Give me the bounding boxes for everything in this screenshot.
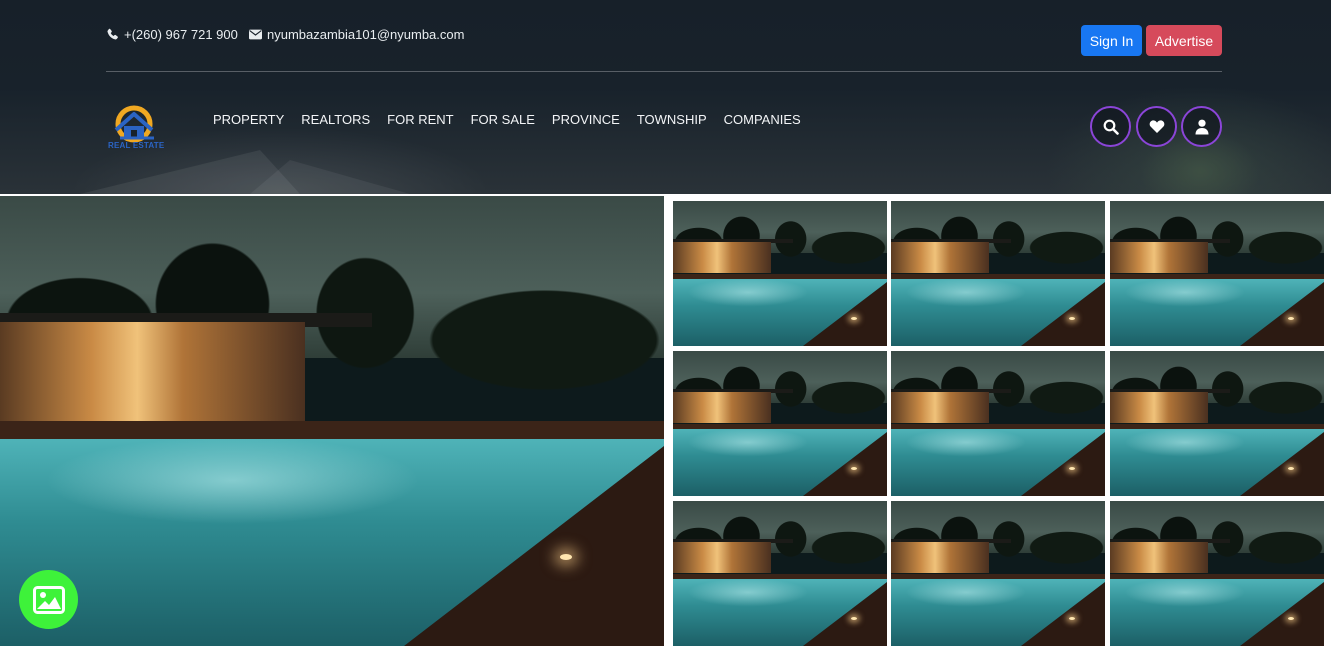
gallery-thumbnail[interactable] xyxy=(673,501,887,646)
gallery-thumbnail[interactable] xyxy=(891,501,1105,646)
view-photos-button[interactable] xyxy=(19,570,78,629)
heart-icon xyxy=(1149,120,1164,133)
gallery-thumbnail[interactable] xyxy=(673,201,887,346)
nav-item-province[interactable]: PROVINCE xyxy=(552,112,620,127)
nav-item-property[interactable]: PROPERTY xyxy=(213,112,284,127)
gallery-thumbnail[interactable] xyxy=(891,351,1105,496)
image-icon xyxy=(32,585,65,614)
gallery-thumbnail[interactable] xyxy=(1110,351,1324,496)
favorites-button[interactable] xyxy=(1136,106,1177,147)
top-bar: +(260) 967 721 900 nyumbazambia101@nyumb… xyxy=(106,0,1222,72)
sign-in-button[interactable]: Sign In xyxy=(1081,25,1142,56)
search-button[interactable] xyxy=(1090,106,1131,147)
gallery-thumbnail[interactable] xyxy=(1110,501,1324,646)
gallery-thumbnail[interactable] xyxy=(1110,201,1324,346)
site-logo[interactable]: REAL ESTATE xyxy=(106,104,166,154)
contact-phone[interactable]: +(260) 967 721 900 xyxy=(106,27,238,42)
account-button[interactable] xyxy=(1181,106,1222,147)
logo-text: REAL ESTATE xyxy=(108,141,165,150)
property-gallery xyxy=(0,194,1331,653)
nav-item-companies[interactable]: COMPANIES xyxy=(724,112,801,127)
phone-icon xyxy=(107,28,118,40)
nav-item-for-rent[interactable]: FOR RENT xyxy=(387,112,453,127)
gallery-thumbnail[interactable] xyxy=(891,201,1105,346)
contact-email[interactable]: nyumbazambia101@nyumba.com xyxy=(249,27,464,42)
user-icon xyxy=(1195,119,1208,134)
envelope-icon xyxy=(249,29,262,40)
site-header: +(260) 967 721 900 nyumbazambia101@nyumb… xyxy=(0,0,1331,194)
house-logo-icon xyxy=(114,105,154,143)
nav-item-realtors[interactable]: REALTORS xyxy=(301,112,370,127)
search-icon xyxy=(1103,119,1119,135)
main-property-photo[interactable] xyxy=(0,196,664,646)
gallery-thumbnail[interactable] xyxy=(673,351,887,496)
phone-number: +(260) 967 721 900 xyxy=(124,27,238,42)
nav-item-for-sale[interactable]: FOR SALE xyxy=(471,112,535,127)
email-address: nyumbazambia101@nyumba.com xyxy=(267,27,465,42)
advertise-button[interactable]: Advertise xyxy=(1146,25,1222,56)
nav-item-township[interactable]: TOWNSHIP xyxy=(637,112,707,127)
background-roof xyxy=(250,160,410,194)
main-nav: PROPERTY REALTORS FOR RENT FOR SALE PROV… xyxy=(213,112,818,127)
